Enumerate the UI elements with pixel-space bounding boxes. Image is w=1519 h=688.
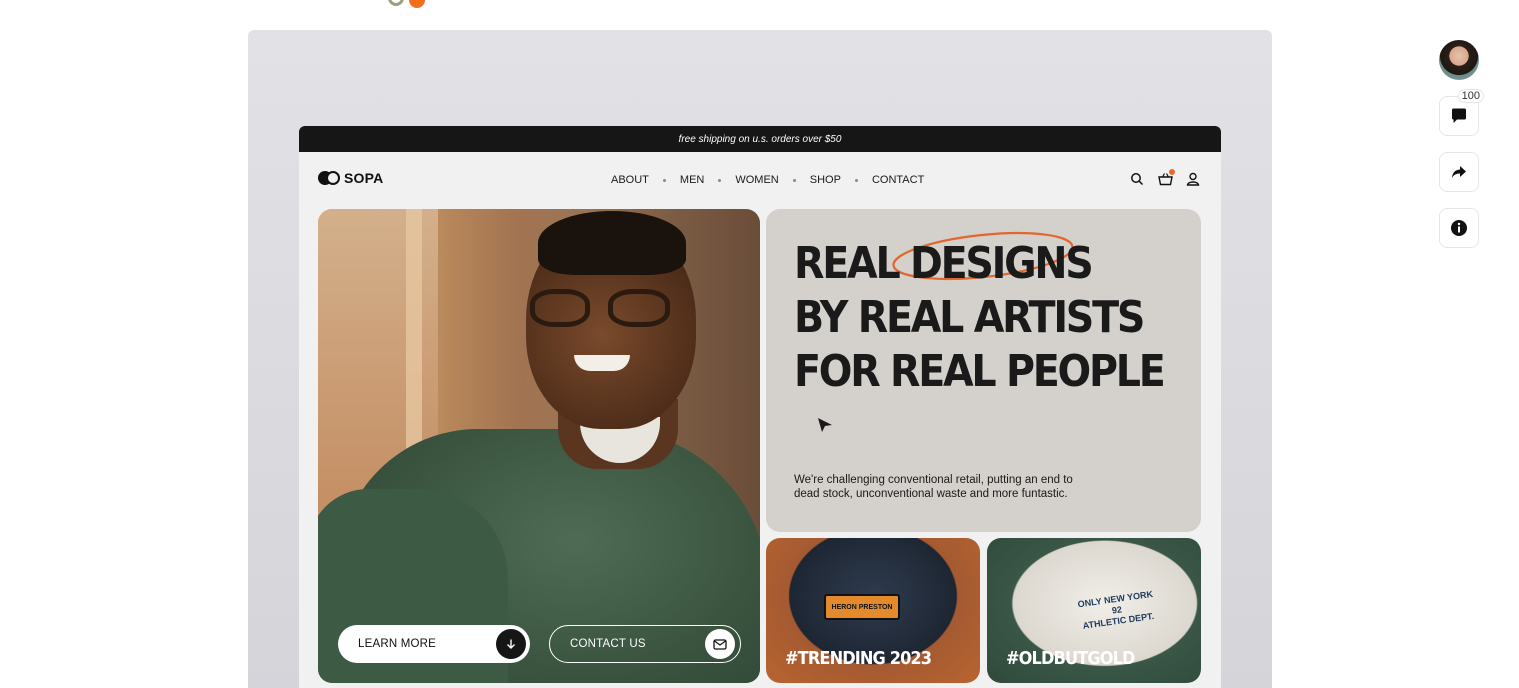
- nav-item-about[interactable]: ABOUT: [611, 174, 649, 186]
- brand-mark-icon: [318, 171, 340, 185]
- shot-viewer-page: free shipping on u.s. orders over $50 SO…: [0, 0, 1519, 688]
- nav-item-shop[interactable]: SHOP: [810, 174, 841, 186]
- comments-button[interactable]: 100: [1439, 89, 1484, 136]
- arrow-down-icon: [496, 629, 526, 659]
- comment-count: 100: [1457, 89, 1484, 103]
- learn-more-button[interactable]: LEARN MORE: [338, 625, 530, 663]
- site-logo[interactable]: [388, 0, 432, 8]
- contact-us-button[interactable]: CONTACT US: [549, 625, 741, 663]
- search-icon[interactable]: [1129, 171, 1145, 187]
- brand-name: SOPA: [344, 170, 384, 186]
- comment-icon: [1452, 108, 1466, 123]
- site-nav: SOPA ABOUT MEN WOMEN SHOP CONTACT: [299, 152, 1221, 208]
- nav-separator: [718, 178, 722, 182]
- contact-us-label: CONTACT US: [570, 638, 646, 650]
- hero-headline: REAL DESIGNS BY REAL ARTISTS FOR REAL PE…: [794, 237, 1166, 399]
- hero-tagline: We're challenging conventional retail, p…: [794, 474, 1073, 500]
- share-icon: [1452, 166, 1466, 178]
- tile-oldbutgold[interactable]: ONLY NEW YORK 92 ATHLETIC DEPT. #OLDBUTGOL…: [987, 538, 1201, 683]
- brand-logo[interactable]: SOPA: [318, 170, 383, 186]
- nav-separator: [854, 178, 858, 182]
- nav-separator: [792, 178, 796, 182]
- cart-badge: [1169, 169, 1175, 175]
- avatar[interactable]: [1439, 40, 1479, 80]
- mail-icon: [705, 629, 735, 659]
- hero-photo: LEARN MORE CONTACT US: [318, 209, 760, 683]
- share-button[interactable]: [1439, 152, 1479, 192]
- tile-trending[interactable]: HERON PRESTON #TRENDING 2023: [766, 538, 980, 683]
- info-icon: [1451, 220, 1467, 236]
- cursor-icon: [818, 418, 832, 432]
- nav-separator: [662, 178, 666, 182]
- nav-menu: ABOUT MEN WOMEN SHOP CONTACT: [611, 174, 924, 186]
- headline-card: REAL DESIGNS BY REAL ARTISTS FOR REAL PE…: [766, 209, 1201, 532]
- learn-more-label: LEARN MORE: [358, 638, 437, 650]
- cap-embroidery: ONLY NEW YORK 92 ATHLETIC DEPT.: [1077, 588, 1155, 631]
- cart-icon[interactable]: [1157, 169, 1175, 187]
- hat-patch: HERON PRESTON: [824, 594, 900, 620]
- headline-line-1: REAL DESIGNS: [794, 238, 1094, 289]
- nav-item-men[interactable]: MEN: [680, 174, 704, 186]
- shot-preview: free shipping on u.s. orders over $50 SO…: [248, 30, 1272, 688]
- nav-item-women[interactable]: WOMEN: [735, 174, 778, 186]
- info-button[interactable]: [1439, 208, 1479, 248]
- nav-icons: [1129, 169, 1201, 187]
- website-mockup: free shipping on u.s. orders over $50 SO…: [299, 126, 1221, 688]
- tile-label-oldbutgold: #OLDBUTGOLD: [1006, 648, 1136, 669]
- announcement-bar: free shipping on u.s. orders over $50: [299, 126, 1221, 152]
- right-rail: 100: [1439, 40, 1484, 248]
- user-icon[interactable]: [1185, 171, 1201, 187]
- headline-line-3: FOR REAL PEOPLE: [794, 346, 1166, 397]
- headline-line-2: BY REAL ARTISTS: [794, 292, 1145, 343]
- tile-label-trending: #TRENDING 2023: [785, 648, 932, 669]
- nav-item-contact[interactable]: CONTACT: [872, 174, 924, 186]
